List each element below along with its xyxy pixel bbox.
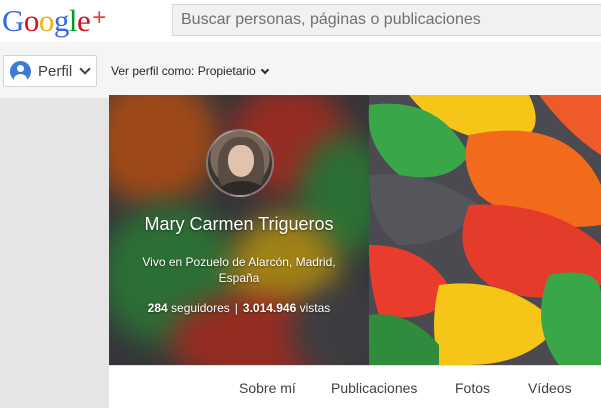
profile-stats: 284 seguidores | 3.014.946 vistas (109, 301, 369, 315)
top-bar: Go o g l e + (0, 0, 601, 42)
profile-info-panel: Mary Carmen Trigueros Vivo en Pozuelo de… (109, 95, 369, 365)
perfil-label: Perfil (38, 62, 73, 80)
tab-fotos[interactable]: Fotos (455, 380, 490, 396)
google-plus-logo[interactable]: Go o g l e + (2, 3, 106, 39)
logo-letter-5: l (68, 3, 78, 38)
logo-letter-3: o (38, 3, 55, 38)
tab-publicaciones[interactable]: Publicaciones (331, 380, 417, 396)
view-as-dropdown[interactable]: Ver perfil como: Propietario (111, 64, 269, 78)
search-input[interactable] (172, 4, 601, 36)
logo-letter-1: G (2, 3, 24, 38)
tab-sobre-mi[interactable]: Sobre mí (239, 380, 296, 396)
followers-count[interactable]: 284 (148, 301, 168, 315)
profile-tabs: Sobre mí Publicaciones Fotos Vídeos (109, 365, 601, 408)
profile-sub-bar: Perfil Ver perfil como: Propietario (0, 42, 601, 98)
views-count: 3.014.946 (242, 301, 297, 315)
chevron-down-icon (79, 63, 91, 75)
tab-videos[interactable]: Vídeos (528, 380, 572, 396)
followers-label[interactable]: seguidores (171, 301, 230, 315)
logo-letter-4: g (53, 3, 70, 38)
avatar-face (228, 145, 254, 177)
views-label: vistas (299, 301, 331, 315)
profile-location-line2: España (218, 271, 260, 285)
person-circle-icon (10, 60, 31, 82)
chevron-down-icon (260, 65, 269, 74)
perfil-dropdown-button[interactable]: Perfil (3, 55, 97, 87)
stats-separator: | (234, 301, 238, 315)
view-as-label: Ver perfil como: Propietario (111, 64, 256, 78)
logo-letter-2: o (23, 3, 40, 38)
cover-photo[interactable]: Mary Carmen Trigueros Vivo en Pozuelo de… (109, 95, 601, 365)
logo-plus: + (92, 4, 106, 31)
profile-name: Mary Carmen Trigueros (144, 214, 334, 234)
left-column (0, 98, 109, 408)
logo-letter-6: e (77, 3, 91, 38)
avatar[interactable] (206, 129, 274, 197)
profile-location-line1: Vivo en Pozuelo de Alarcón, Madrid, (142, 255, 336, 269)
